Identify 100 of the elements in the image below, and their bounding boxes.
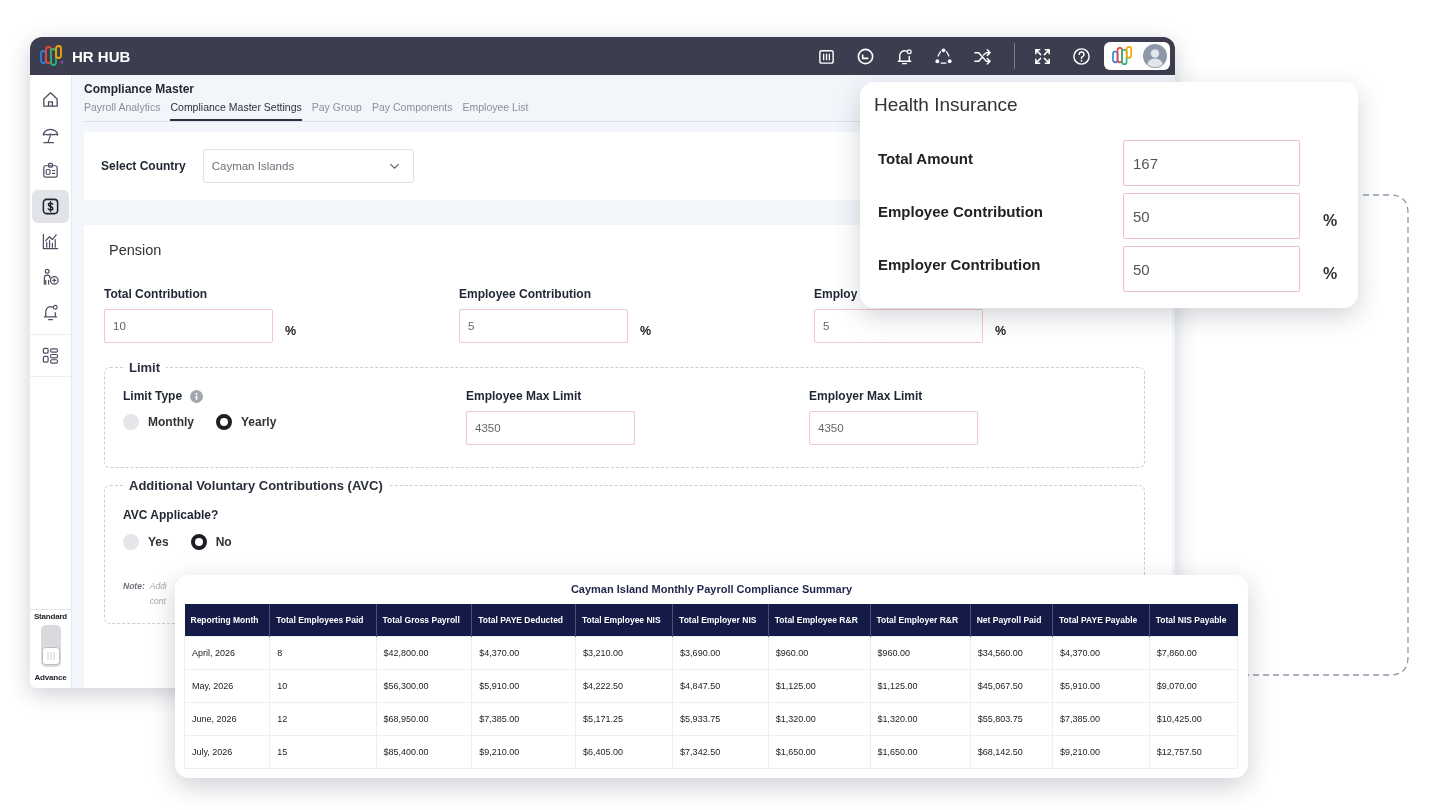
home-icon <box>41 90 60 109</box>
table-cell: $7,385.00 <box>471 702 576 736</box>
logo-icon <box>1112 46 1134 66</box>
column-header: Total Employer NIS <box>672 604 769 637</box>
table-title: Cayman Island Monthly Payroll Compliance Summary <box>570 582 853 596</box>
table-cell: $10,425.00 <box>1149 702 1238 736</box>
expand-icon[interactable] <box>1033 46 1052 66</box>
table-cell: $55,803.75 <box>970 702 1053 736</box>
table-cell: $4,222.50 <box>575 669 673 703</box>
table-cell: $85,400.00 <box>376 735 472 769</box>
column-header: Reporting Month <box>184 604 270 637</box>
input-field[interactable]: 167 <box>1123 140 1300 186</box>
table-cell: $42,800.00 <box>376 636 472 670</box>
section-title: Pension <box>109 242 162 258</box>
table-cell: 12 <box>269 702 376 736</box>
table-cell: $9,210.00 <box>471 735 576 769</box>
brand-name: HR HUB <box>72 47 131 65</box>
column-header: Total Employee R&R <box>768 604 870 637</box>
id-badge-icon <box>41 161 60 180</box>
table-cell: $1,125.00 <box>768 669 870 703</box>
tab[interactable]: Compliance Master Settings <box>170 101 302 121</box>
field-label: Employer Max Limit <box>809 389 923 403</box>
shuffle-icon[interactable] <box>973 46 992 66</box>
country-dropdown[interactable]: Cayman Islands <box>202 149 414 183</box>
mode-label: Standard <box>33 612 68 621</box>
input-field[interactable]: 4350 <box>466 411 635 445</box>
note-label: Note: <box>123 581 145 593</box>
field-label: Select Country <box>101 159 186 173</box>
column-header: Total Gross Payroll <box>376 604 472 637</box>
bell-icon <box>41 303 60 322</box>
table-cell: 10 <box>269 669 376 703</box>
field-label: Employee Contribution <box>459 287 591 301</box>
logo-icon <box>40 45 64 67</box>
field-label: Total Amount <box>877 149 973 167</box>
input-field[interactable]: 5 <box>459 309 628 343</box>
input-field[interactable]: 10 <box>104 309 273 343</box>
radio-option[interactable]: No <box>190 534 232 550</box>
profile-button[interactable] <box>1104 42 1170 70</box>
table-cell: $1,650.00 <box>870 735 971 769</box>
table-cell: $68,950.00 <box>376 702 472 736</box>
table-cell: $4,370.00 <box>1052 636 1150 670</box>
field-label: Employer Contribution <box>877 255 1041 273</box>
radio-option[interactable]: Yearly <box>216 414 277 430</box>
unit-label: % <box>1323 265 1338 283</box>
radio-option[interactable]: Monthly <box>123 414 194 430</box>
column-header: Total PAYE Payable <box>1052 604 1150 637</box>
table-cell: $34,560.00 <box>970 636 1053 670</box>
grid-list-icon <box>41 345 60 365</box>
note-text: Addi <box>149 581 167 591</box>
column-header: Total PAYE Deducted <box>471 604 576 637</box>
field-label: AVC Applicable? <box>123 508 219 522</box>
share-nodes-icon[interactable] <box>934 46 953 66</box>
column-header: Total Employer R&R <box>870 604 971 637</box>
table-cell: $5,171.25 <box>575 702 673 736</box>
group-title: Limit <box>128 360 162 375</box>
chat-icon[interactable] <box>856 46 875 66</box>
input-field[interactable]: 50 <box>1123 246 1300 292</box>
mode-toggle[interactable] <box>40 625 61 667</box>
mode-label: Advance <box>34 673 67 682</box>
table-cell: $12,757.50 <box>1149 735 1238 769</box>
table-cell: $7,342.50 <box>672 735 769 769</box>
table-cell: June, 2026 <box>184 702 270 736</box>
field-label: Employee Max Limit <box>466 389 582 403</box>
bar-chart-icon <box>41 232 60 251</box>
help-icon[interactable] <box>1072 46 1091 66</box>
input-field[interactable]: 5 <box>814 309 983 343</box>
input-field[interactable]: 50 <box>1123 193 1300 239</box>
field-label: Total Contribution <box>104 287 208 301</box>
table-cell: $9,210.00 <box>1052 735 1150 769</box>
unit-label: % <box>995 324 1007 338</box>
table-cell: $9,070.00 <box>1149 669 1238 703</box>
field-label: Limit Type <box>123 389 183 403</box>
field-label: Employ <box>814 287 858 301</box>
avatar-icon <box>1143 44 1167 68</box>
input-field[interactable]: 4350 <box>809 411 978 445</box>
table-cell: $3,210.00 <box>575 636 673 670</box>
column-header: Total Employees Paid <box>269 604 376 637</box>
table-cell: 8 <box>269 636 376 670</box>
bell-icon[interactable] <box>895 46 914 66</box>
unit-label: % <box>285 324 297 338</box>
table-cell: July, 2026 <box>184 735 270 769</box>
table-cell: $4,370.00 <box>471 636 576 670</box>
table-cell: May, 2026 <box>184 669 270 703</box>
page-title: Compliance Master <box>84 82 195 96</box>
chevron-icon <box>388 162 400 170</box>
table-cell: $3,690.00 <box>672 636 769 670</box>
table-cell: $5,910.00 <box>1052 669 1150 703</box>
table-cell: $1,125.00 <box>870 669 971 703</box>
table-cell: $56,300.00 <box>376 669 472 703</box>
unit-label: % <box>640 324 652 338</box>
table-cell: $7,385.00 <box>1052 702 1150 736</box>
table-cell: $7,860.00 <box>1149 636 1238 670</box>
note-text: cont <box>149 596 167 606</box>
sidebar-button[interactable] <box>32 189 69 223</box>
table-cell: $1,650.00 <box>768 735 870 769</box>
table-cell: $960.00 <box>870 636 971 670</box>
column-header: Total Employee NIS <box>575 604 673 637</box>
radio-option[interactable]: Yes <box>123 534 169 550</box>
field-label: Employee Contribution <box>877 202 1043 220</box>
table-cell: $45,067.50 <box>970 669 1053 703</box>
